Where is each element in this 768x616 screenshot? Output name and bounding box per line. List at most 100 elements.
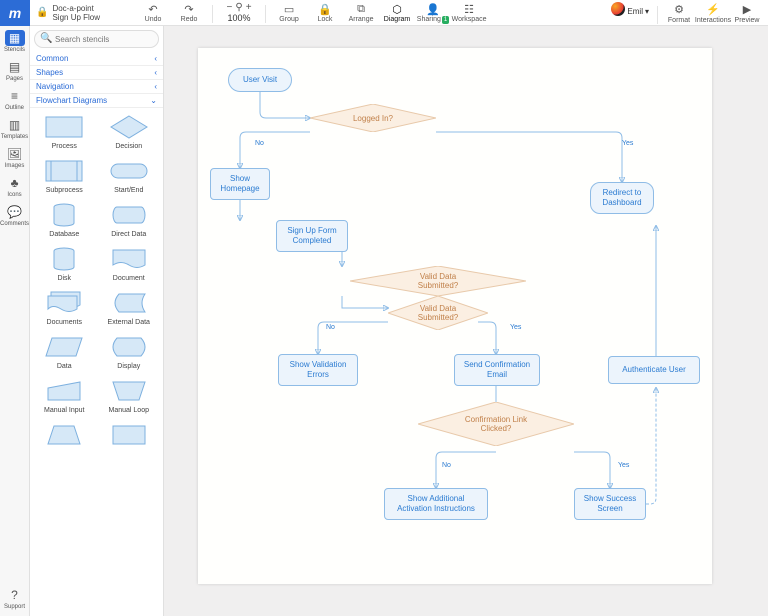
node-valid-data[interactable]: Valid Data Submitted? xyxy=(350,266,526,296)
workspace-button[interactable]: ☷Workspace xyxy=(452,3,486,23)
group-icon: ▭ xyxy=(284,3,294,15)
stencil-extra2[interactable] xyxy=(97,420,162,457)
node-add-instructions[interactable]: Show Additional Activation Instructions xyxy=(384,488,488,520)
nav-images[interactable]: 🖼Images xyxy=(2,146,28,169)
zoom-reset-icon[interactable]: ⚲ xyxy=(235,2,242,13)
stencil-directdata[interactable]: Direct Data xyxy=(97,200,162,244)
preview-button[interactable]: ▶Preview xyxy=(730,4,764,24)
stencil-data[interactable]: Data xyxy=(32,332,97,376)
document-title-block[interactable]: 🔒 Doc-a-point Sign Up Flow xyxy=(36,4,100,22)
page[interactable]: User Visit Logged In? No Yes Show Homepa… xyxy=(198,48,712,584)
node-conf-link[interactable]: Confirmation Link Clicked? xyxy=(418,408,574,440)
stencil-database[interactable]: Database xyxy=(32,200,97,244)
nav-outline[interactable]: ≡Outline xyxy=(2,88,28,111)
undo-button[interactable]: ↶Undo xyxy=(136,3,170,23)
node-signup-form[interactable]: Sign Up Form Completed xyxy=(276,220,348,252)
stencil-externaldata[interactable]: External Data xyxy=(97,288,162,332)
node-show-homepage[interactable]: Show Homepage xyxy=(210,168,270,200)
stencil-decision[interactable]: Decision xyxy=(97,112,162,156)
diagram-button[interactable]: ⬡Diagram xyxy=(380,3,414,23)
top-toolbar: m 🔒 Doc-a-point Sign Up Flow ↶Undo ↷Redo… xyxy=(0,0,768,26)
lock-button[interactable]: 🔒Lock xyxy=(308,3,342,23)
stencil-startend[interactable]: Start/End xyxy=(97,156,162,200)
nav-comments[interactable]: 💬Comments xyxy=(2,204,28,227)
diagram-icon: ⬡ xyxy=(392,3,402,15)
sharing-icon: 👤 xyxy=(426,3,440,15)
interactions-icon: ⚡ xyxy=(706,4,720,16)
interactions-button[interactable]: ⚡Interactions xyxy=(696,4,730,24)
stencil-manualinput[interactable]: Manual Input xyxy=(32,376,97,420)
node-redirect[interactable]: Redirect to Dashboard xyxy=(590,182,654,214)
zoom-out-icon[interactable]: − xyxy=(227,2,233,13)
canvas[interactable]: User Visit Logged In? No Yes Show Homepa… xyxy=(164,26,768,616)
chevron-left-icon: ‹ xyxy=(154,68,157,77)
zoom-in-icon[interactable]: + xyxy=(246,2,252,13)
redo-icon: ↷ xyxy=(184,3,193,15)
stencil-list[interactable]: Process Decision Subprocess Start/End Da… xyxy=(30,108,163,616)
search-input[interactable] xyxy=(34,30,159,48)
category-shapes[interactable]: Shapes‹ xyxy=(30,66,163,80)
stencil-subprocess[interactable]: Subprocess xyxy=(32,156,97,200)
stencil-manualloop[interactable]: Manual Loop xyxy=(97,376,162,420)
stencil-extra[interactable] xyxy=(32,420,97,457)
redo-button[interactable]: ↷Redo xyxy=(172,3,206,23)
stencil-display[interactable]: Display xyxy=(97,332,162,376)
node-validation-errors[interactable]: Show Validation Errors xyxy=(278,354,358,386)
node-user-visit[interactable]: User Visit xyxy=(228,68,292,92)
edge-label-yes: Yes xyxy=(618,462,629,469)
node-send-email[interactable]: Send Confirmation Email xyxy=(454,354,540,386)
padlock-icon: 🔒 xyxy=(318,3,332,15)
sharing-badge: 1 xyxy=(442,16,449,24)
edge-label-no: No xyxy=(442,462,451,469)
format-icon: ⚙ xyxy=(674,4,684,16)
category-flowchart[interactable]: Flowchart Diagrams⌄ xyxy=(30,94,163,108)
arrange-button[interactable]: ⧉Arrange xyxy=(344,3,378,23)
project-name: Doc-a-point xyxy=(52,4,100,13)
group-button[interactable]: ▭Group xyxy=(272,3,306,23)
icons-icon: ♣ xyxy=(5,175,25,191)
stencil-process[interactable]: Process xyxy=(32,112,97,156)
edge-label-no: No xyxy=(255,140,264,147)
user-menu[interactable]: Emil▾ xyxy=(627,7,649,16)
chevron-down-icon: ▾ xyxy=(645,7,649,16)
category-common[interactable]: Common‹ xyxy=(30,52,163,66)
nav-stencils[interactable]: ▦Stencils xyxy=(2,30,28,53)
sharing-button[interactable]: 👤Sharing1 xyxy=(416,3,450,23)
edge-label-no: No xyxy=(326,324,335,331)
nav-templates[interactable]: ▥Templates xyxy=(2,117,28,140)
left-iconbar: ▦Stencils ▤Pages ≡Outline ▥Templates 🖼Im… xyxy=(0,26,30,616)
nav-pages[interactable]: ▤Pages xyxy=(2,59,28,82)
zoom-control[interactable]: − ⚲ + 100% xyxy=(219,2,259,23)
stencil-panel: 🔍 Common‹ Shapes‹ Navigation‹ Flowchart … xyxy=(30,26,164,616)
search-icon: 🔍 xyxy=(40,33,52,44)
node-valid-data-inner[interactable]: Valid Data Submitted? xyxy=(388,296,488,330)
stencils-icon: ▦ xyxy=(5,30,25,46)
undo-icon: ↶ xyxy=(148,3,157,15)
node-authenticate[interactable]: Authenticate User xyxy=(608,356,700,384)
templates-icon: ▥ xyxy=(5,117,25,133)
app-logo[interactable]: m xyxy=(0,0,30,26)
avatar[interactable] xyxy=(611,2,625,16)
preview-icon: ▶ xyxy=(743,4,751,16)
stencil-disk[interactable]: Disk xyxy=(32,244,97,288)
node-success-screen[interactable]: Show Success Screen xyxy=(574,488,646,520)
document-name: Sign Up Flow xyxy=(52,13,100,22)
edge-label-yes: Yes xyxy=(622,140,633,147)
lock-icon: 🔒 xyxy=(36,7,48,18)
node-logged-in[interactable]: Logged In? xyxy=(310,104,436,132)
chevron-left-icon: ‹ xyxy=(154,82,157,91)
nav-support[interactable]: ?Support xyxy=(2,587,28,610)
arrange-icon: ⧉ xyxy=(357,3,365,15)
support-icon: ? xyxy=(5,587,25,603)
pages-icon: ▤ xyxy=(5,59,25,75)
chevron-down-icon: ⌄ xyxy=(150,96,157,105)
stencil-documents[interactable]: Documents xyxy=(32,288,97,332)
category-navigation[interactable]: Navigation‹ xyxy=(30,80,163,94)
nav-icons[interactable]: ♣Icons xyxy=(2,175,28,198)
outline-icon: ≡ xyxy=(5,88,25,104)
format-button[interactable]: ⚙Format xyxy=(662,4,696,24)
chevron-left-icon: ‹ xyxy=(154,54,157,63)
zoom-percent: 100% xyxy=(228,13,251,23)
stencil-document[interactable]: Document xyxy=(97,244,162,288)
stencil-search[interactable]: 🔍 xyxy=(34,30,159,48)
